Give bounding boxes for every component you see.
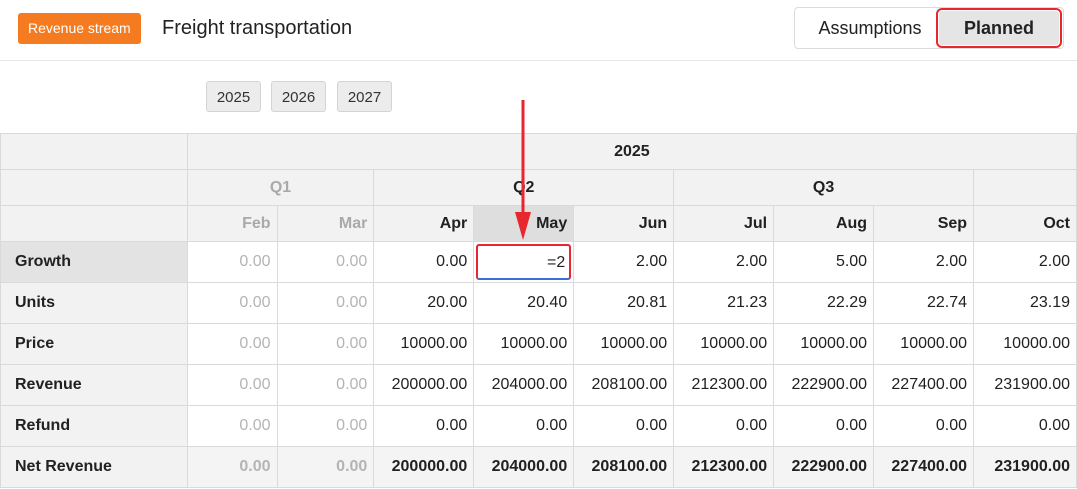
refund-cell-oct[interactable]: 0.00 (973, 405, 1077, 447)
growth-cell-editor[interactable]: =2 (476, 244, 572, 280)
refund-cell-jul[interactable]: 0.00 (673, 405, 775, 447)
net-revenue-cell-sep: 227400.00 (873, 446, 975, 488)
price-cell-oct[interactable]: 10000.00 (973, 323, 1077, 365)
revenue-cell-jul[interactable]: 212300.00 (673, 364, 775, 406)
corner-cell (0, 133, 188, 170)
revenue-cell-may[interactable]: 204000.00 (473, 364, 575, 406)
row-label-units: Units (0, 282, 188, 324)
row-label-refund: Refund (0, 405, 188, 447)
revenue-cell-feb[interactable]: 0.00 (186, 364, 278, 406)
growth-cell-feb[interactable]: 0.00 (186, 241, 278, 283)
corner-cell (0, 169, 188, 206)
row-label-price: Price (0, 323, 188, 365)
units-cell-feb[interactable]: 0.00 (186, 282, 278, 324)
month-header-apr: Apr (373, 205, 475, 242)
refund-cell-apr[interactable]: 0.00 (373, 405, 475, 447)
planning-table: 2025 Q1 Q2 Q3 Feb Mar Apr May Jun Jul Au… (0, 133, 1077, 488)
month-header-feb: Feb (186, 205, 278, 242)
page-title: Freight transportation (162, 17, 353, 39)
growth-cell-jul[interactable]: 2.00 (673, 241, 775, 283)
units-cell-jun[interactable]: 20.81 (573, 282, 675, 324)
revenue-cell-mar[interactable]: 0.00 (276, 364, 375, 406)
growth-cell-jun[interactable]: 2.00 (573, 241, 675, 283)
units-cell-apr[interactable]: 20.00 (373, 282, 475, 324)
refund-cell-feb[interactable]: 0.00 (186, 405, 278, 447)
refund-cell-aug[interactable]: 0.00 (773, 405, 875, 447)
revenue-stream-badge[interactable]: Revenue stream (18, 13, 141, 44)
assumptions-tab[interactable]: Assumptions (795, 8, 945, 48)
units-cell-may[interactable]: 20.40 (473, 282, 575, 324)
units-cell-jul[interactable]: 21.23 (673, 282, 775, 324)
growth-cell-sep[interactable]: 2.00 (873, 241, 975, 283)
year-button-2027[interactable]: 2027 (337, 81, 392, 112)
refund-cell-may[interactable]: 0.00 (473, 405, 575, 447)
month-header-aug: Aug (773, 205, 875, 242)
corner-cell (0, 205, 188, 242)
month-header-oct: Oct (973, 205, 1077, 242)
quarter-header-q3: Q3 (673, 169, 975, 206)
refund-cell-jun[interactable]: 0.00 (573, 405, 675, 447)
units-cell-sep[interactable]: 22.74 (873, 282, 975, 324)
quarter-header-q1: Q1 (186, 169, 375, 206)
red-arrow-annotation (515, 100, 531, 240)
net-revenue-cell-jul: 212300.00 (673, 446, 775, 488)
price-cell-sep[interactable]: 10000.00 (873, 323, 975, 365)
header: Revenue stream Freight transportation As… (0, 0, 1077, 61)
price-cell-mar[interactable]: 0.00 (276, 323, 375, 365)
year-header: 2025 (186, 133, 1077, 170)
price-cell-may[interactable]: 10000.00 (473, 323, 575, 365)
net-revenue-cell-oct: 231900.00 (973, 446, 1077, 488)
planned-tab[interactable]: Planned (936, 8, 1062, 48)
revenue-cell-oct[interactable]: 231900.00 (973, 364, 1077, 406)
price-cell-jun[interactable]: 10000.00 (573, 323, 675, 365)
net-revenue-cell-apr: 200000.00 (373, 446, 475, 488)
quarter-header-q4 (973, 169, 1077, 206)
refund-cell-mar[interactable]: 0.00 (276, 405, 375, 447)
refund-cell-sep[interactable]: 0.00 (873, 405, 975, 447)
net-revenue-cell-jun: 208100.00 (573, 446, 675, 488)
units-cell-oct[interactable]: 23.19 (973, 282, 1077, 324)
view-toggle: Assumptions Planned (794, 7, 1064, 49)
revenue-cell-apr[interactable]: 200000.00 (373, 364, 475, 406)
growth-cell-mar[interactable]: 0.00 (276, 241, 375, 283)
month-header-sep: Sep (873, 205, 975, 242)
growth-cell-oct[interactable]: 2.00 (973, 241, 1077, 283)
month-header-jun: Jun (573, 205, 675, 242)
year-button-2026[interactable]: 2026 (271, 81, 326, 112)
row-label-net-revenue: Net Revenue (0, 446, 188, 488)
revenue-cell-sep[interactable]: 227400.00 (873, 364, 975, 406)
growth-cell-apr[interactable]: 0.00 (373, 241, 475, 283)
net-revenue-cell-feb: 0.00 (186, 446, 278, 488)
units-cell-aug[interactable]: 22.29 (773, 282, 875, 324)
price-cell-jul[interactable]: 10000.00 (673, 323, 775, 365)
net-revenue-cell-mar: 0.00 (276, 446, 375, 488)
net-revenue-cell-may: 204000.00 (473, 446, 575, 488)
net-revenue-cell-aug: 222900.00 (773, 446, 875, 488)
year-button-2025[interactable]: 2025 (206, 81, 261, 112)
row-label-revenue: Revenue (0, 364, 188, 406)
revenue-cell-jun[interactable]: 208100.00 (573, 364, 675, 406)
row-label-growth: Growth (0, 241, 188, 283)
revenue-cell-aug[interactable]: 222900.00 (773, 364, 875, 406)
price-cell-apr[interactable]: 10000.00 (373, 323, 475, 365)
growth-cell-may[interactable]: =2 (473, 241, 575, 283)
price-cell-feb[interactable]: 0.00 (186, 323, 278, 365)
month-header-mar: Mar (276, 205, 375, 242)
month-header-jul: Jul (673, 205, 775, 242)
growth-cell-aug[interactable]: 5.00 (773, 241, 875, 283)
units-cell-mar[interactable]: 0.00 (276, 282, 375, 324)
price-cell-aug[interactable]: 10000.00 (773, 323, 875, 365)
